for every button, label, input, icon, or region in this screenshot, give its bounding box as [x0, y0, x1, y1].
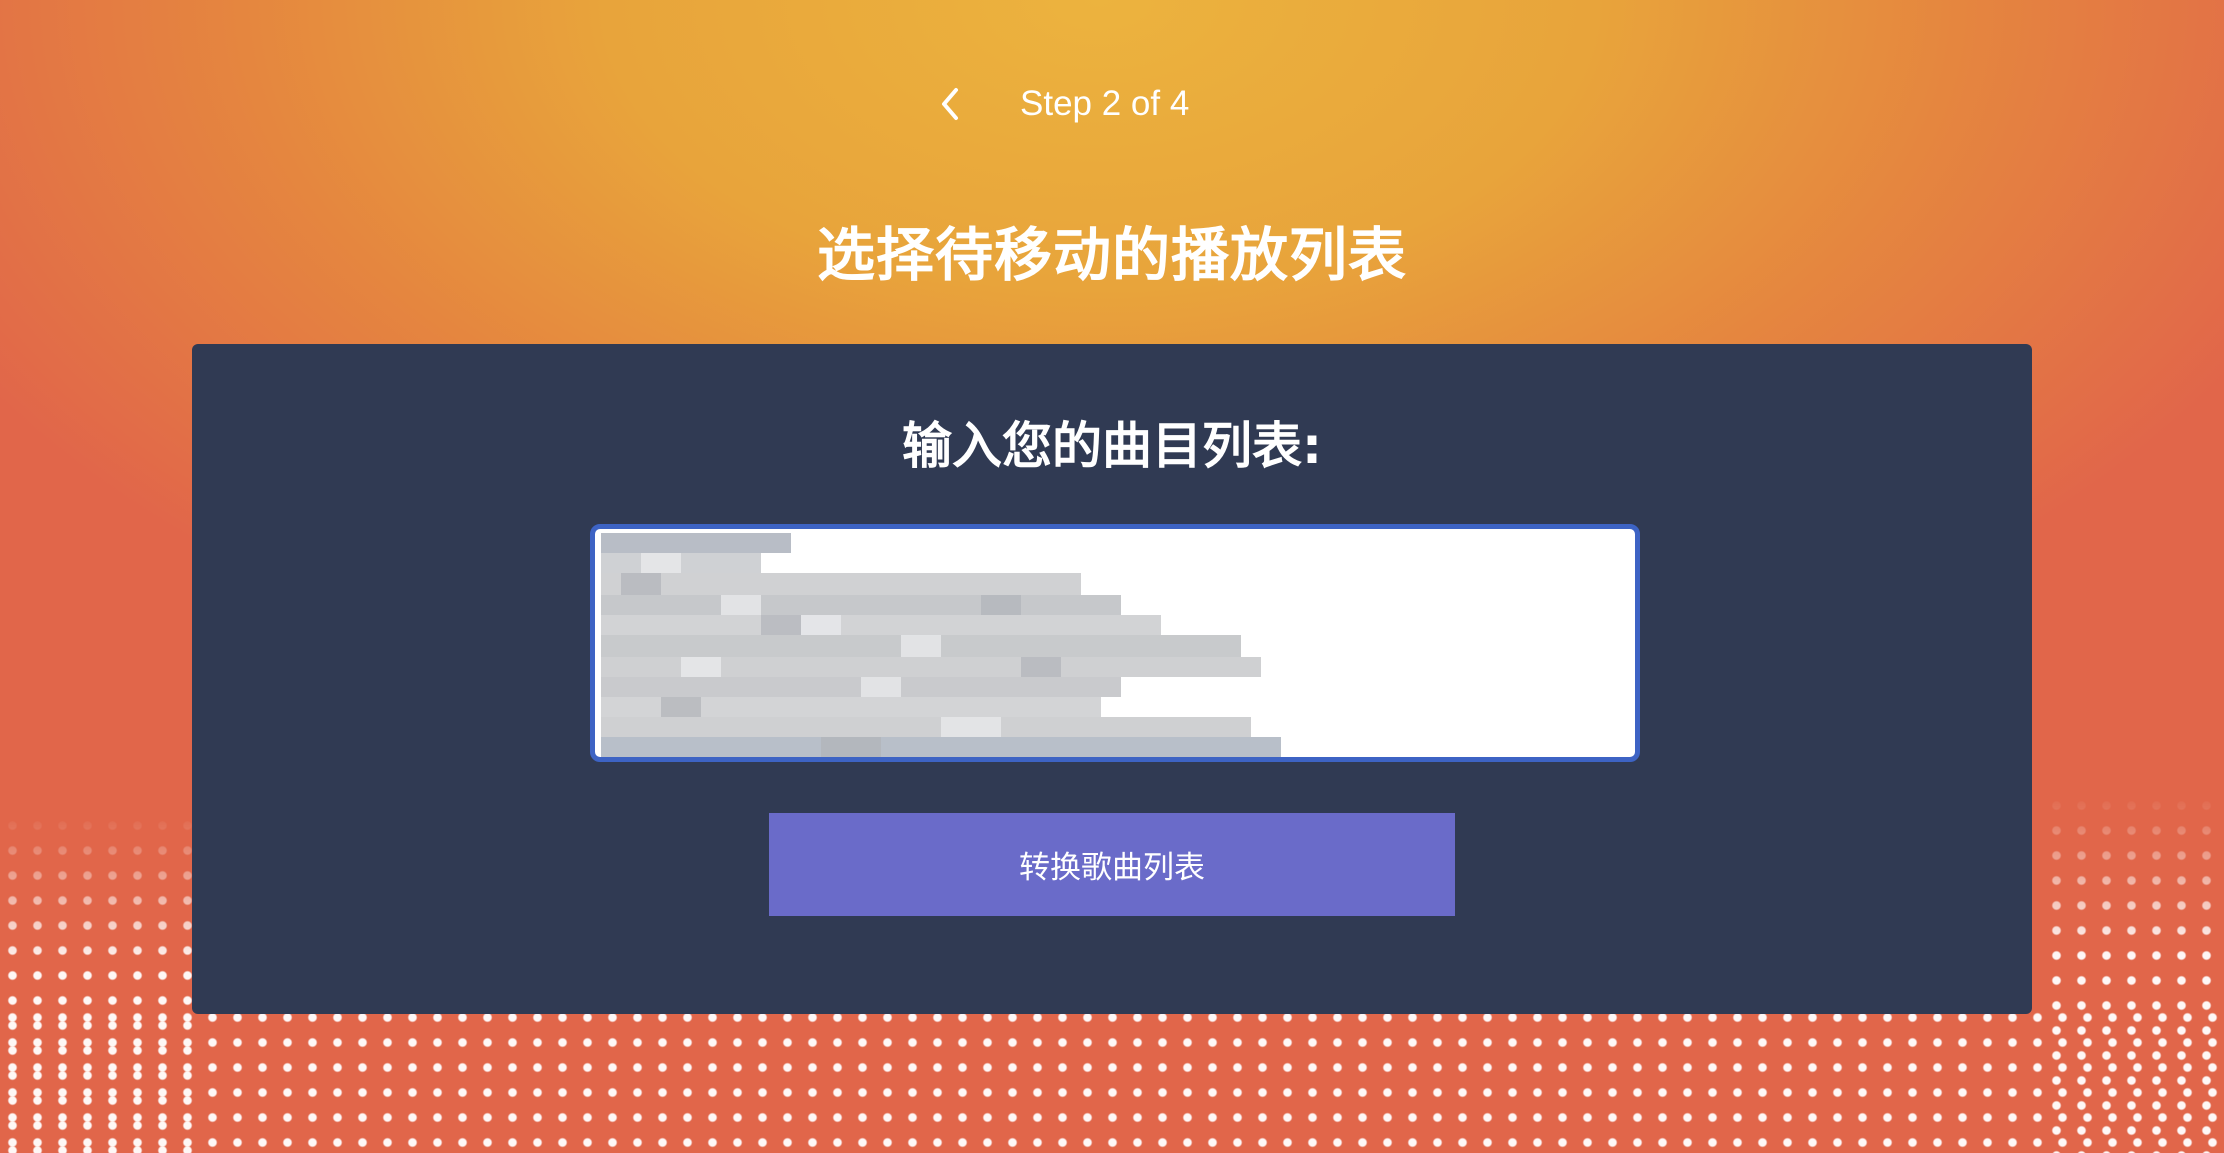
step-indicator: Step 2 of 4	[1020, 84, 1190, 123]
track-list-field-wrapper	[590, 524, 1640, 762]
track-list-card: 输入您的曲目列表: 转换歌曲列表	[192, 344, 2032, 1014]
dot-pattern-right	[2044, 793, 2224, 1153]
chevron-left-icon	[942, 88, 958, 120]
convert-track-list-button[interactable]: 转换歌曲列表	[769, 813, 1455, 916]
page-title: 选择待移动的播放列表	[816, 221, 1407, 289]
back-button[interactable]	[932, 82, 968, 126]
track-list-textarea[interactable]	[595, 529, 1635, 757]
card-heading: 输入您的曲目列表:	[902, 417, 1322, 475]
dot-pattern-bottom	[0, 1005, 2224, 1153]
step-header: Step 2 of 4	[0, 78, 2224, 132]
